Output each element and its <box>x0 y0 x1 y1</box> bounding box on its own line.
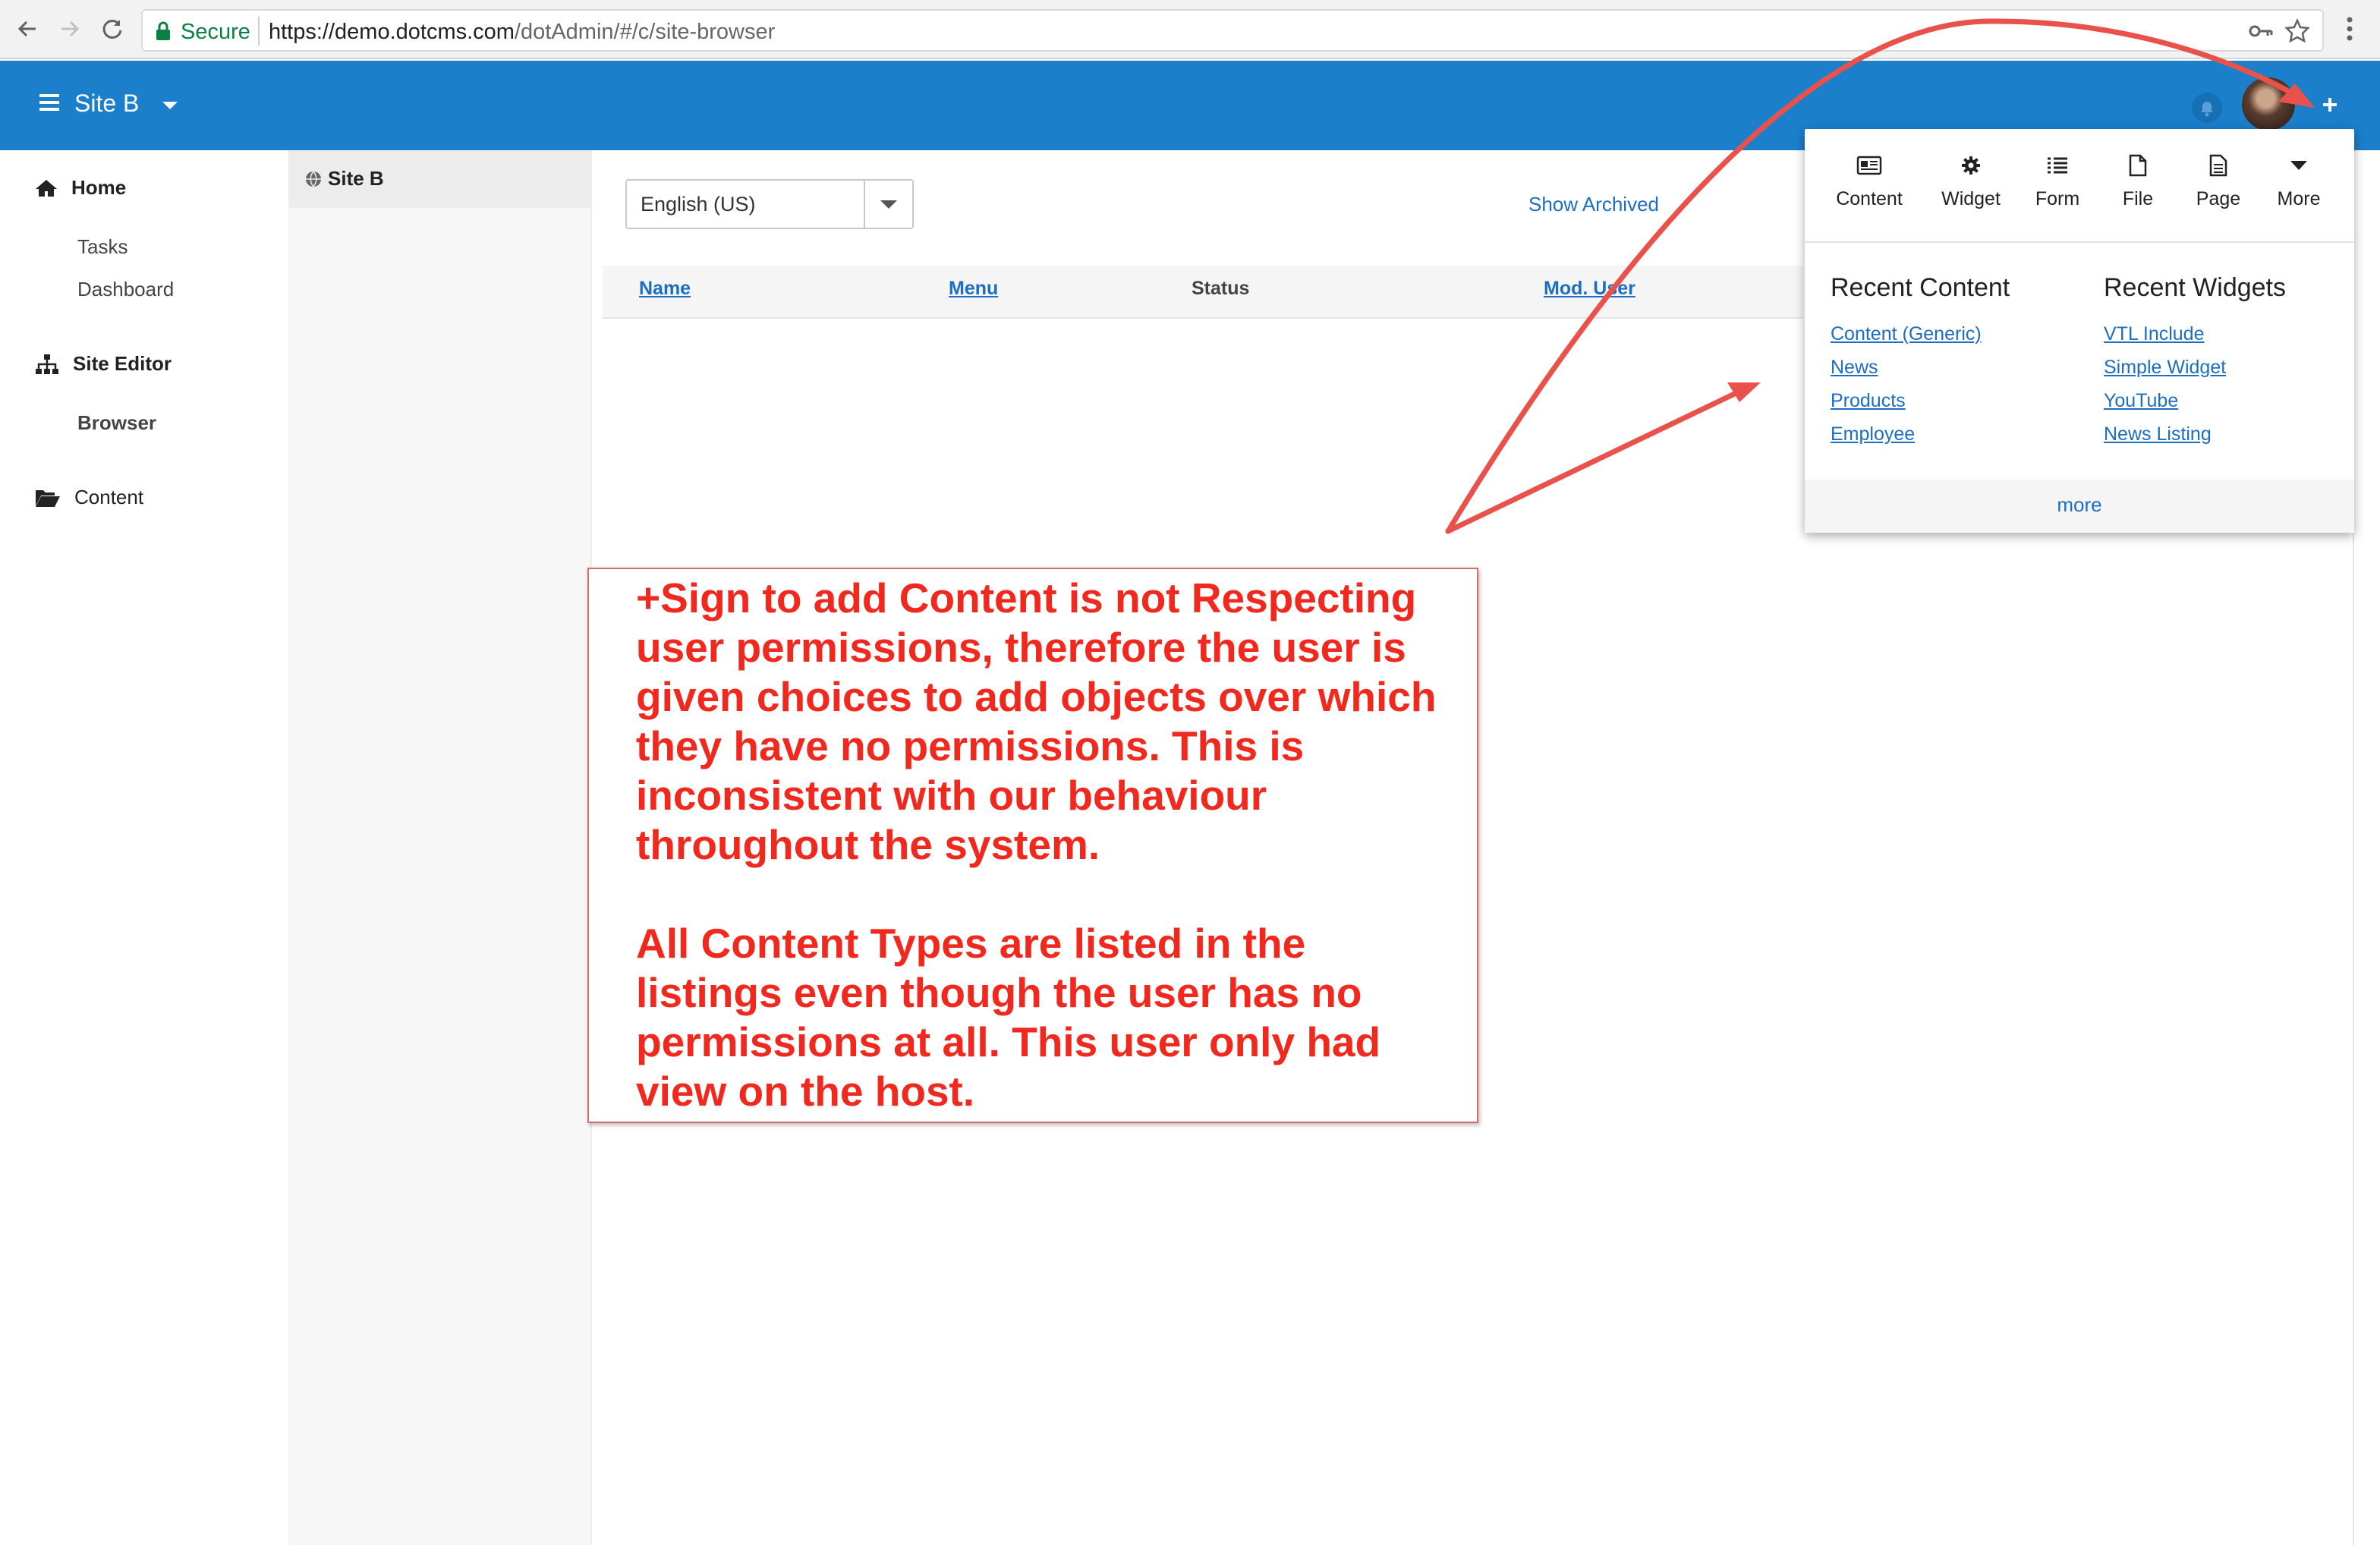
add-type-label: Widget <box>1941 188 2001 209</box>
key-icon[interactable] <box>2248 20 2274 46</box>
recent-widgets-title: Recent Widgets <box>2104 273 2286 302</box>
add-content-plus-button[interactable] <box>2307 82 2353 127</box>
nav-item-tasks[interactable]: Tasks <box>77 235 128 259</box>
add-content-dropdown: Content Widget Form File Page More Recen… <box>1805 129 2354 533</box>
right-edge-panel <box>2353 150 2380 1545</box>
caret-down-icon <box>2290 161 2307 170</box>
add-type-file[interactable]: File <box>2096 152 2180 210</box>
recent-content-title: Recent Content <box>1831 273 2010 302</box>
nav-item-dashboard[interactable]: Dashboard <box>77 278 174 301</box>
recent-content-link[interactable]: News <box>1831 357 1878 379</box>
url-text[interactable]: https://demo.dotcms.com/dotAdmin/#/c/sit… <box>269 20 775 45</box>
nav-section-home[interactable]: Home <box>35 176 126 200</box>
url-host: https://demo.dotcms.com <box>269 20 515 44</box>
add-type-form[interactable]: Form <box>2016 152 2099 210</box>
nav-section-label: Content <box>74 486 144 508</box>
recent-widget-link[interactable]: Simple Widget <box>2104 357 2226 379</box>
site-selector[interactable]: Site B <box>74 90 139 118</box>
url-path: /dotAdmin/#/c/site-browser <box>514 20 776 44</box>
language-select-divider <box>864 181 865 228</box>
add-type-label: Page <box>2196 188 2241 209</box>
forward-icon[interactable] <box>53 12 87 46</box>
recent-content-link[interactable]: Employee <box>1831 423 1915 445</box>
site-tree-root-label: Site B <box>328 167 384 190</box>
add-type-label: Form <box>2035 188 2080 209</box>
add-type-label: Content <box>1836 188 1903 209</box>
annotation-paragraph-2: All Content Types are listed in the list… <box>636 920 1381 1115</box>
show-archived-toggle[interactable]: Show Archived <box>1528 193 1659 216</box>
hamburger-menu-icon[interactable] <box>39 94 59 111</box>
add-type-label: File <box>2122 188 2154 209</box>
recent-widget-link[interactable]: VTL Include <box>2104 323 2204 345</box>
annotation-paragraph-1: +Sign to add Content is not Respecting u… <box>636 574 1437 868</box>
recent-content-link[interactable]: Content (Generic) <box>1831 323 1982 345</box>
folder-open-icon <box>36 489 60 507</box>
add-type-label: More <box>2277 188 2321 209</box>
arrow-to-menu <box>1445 385 1749 534</box>
home-icon <box>36 179 57 197</box>
address-separator <box>258 17 260 46</box>
nav-section-label: Site Editor <box>73 352 172 375</box>
annotation-callout: +Sign to add Content is not Respecting u… <box>587 568 1478 1123</box>
content-icon <box>1856 156 1882 175</box>
page-icon <box>2209 154 2227 177</box>
add-type-content[interactable]: Content <box>1828 152 1911 210</box>
language-select[interactable]: English (US) <box>625 179 914 229</box>
list-icon <box>2048 157 2067 174</box>
add-type-page[interactable]: Page <box>2177 152 2260 210</box>
left-navigation: Home Tasks Dashboard Site Editor Browser… <box>0 150 288 1545</box>
secure-label: Secure <box>181 20 250 44</box>
column-header-menu[interactable]: Menu <box>949 278 998 300</box>
arrow-to-menu-head <box>1727 382 1761 402</box>
site-selector-caret-icon[interactable] <box>162 102 178 109</box>
browser-menu-icon[interactable] <box>2334 14 2365 44</box>
site-tree-root[interactable]: Site B <box>305 167 384 190</box>
add-type-more[interactable]: More <box>2257 152 2341 210</box>
notifications-bell-icon[interactable] <box>2192 93 2222 123</box>
browser-toolbar: Secure https://demo.dotcms.com/dotAdmin/… <box>0 0 2380 59</box>
annotation-text: +Sign to add Content is not Respecting u… <box>636 574 1456 1116</box>
column-header-mod-user[interactable]: Mod. User <box>1544 278 1635 300</box>
globe-icon <box>306 171 321 187</box>
add-type-widget[interactable]: Widget <box>1929 152 2013 210</box>
chevron-down-icon[interactable] <box>880 200 897 209</box>
reload-icon[interactable] <box>96 12 129 46</box>
more-link[interactable]: more <box>1805 493 2354 517</box>
lock-icon <box>155 21 172 45</box>
plus-icon <box>2323 98 2337 112</box>
column-header-name[interactable]: Name <box>639 278 691 300</box>
back-icon[interactable] <box>11 12 44 46</box>
nav-item-browser[interactable]: Browser <box>77 411 156 435</box>
nav-section-site-editor[interactable]: Site Editor <box>35 352 172 376</box>
nav-section-content[interactable]: Content <box>35 486 143 509</box>
browser-table-header: Name Menu Status Mod. User <box>603 266 1803 319</box>
file-icon <box>2129 154 2147 177</box>
recent-content-link[interactable]: Products <box>1831 390 1906 412</box>
content-type-bar: Content Widget Form File Page More <box>1805 129 2354 243</box>
nav-section-label: Home <box>71 176 127 199</box>
recent-widget-link[interactable]: YouTube <box>2104 390 2178 412</box>
gear-icon <box>1962 156 1980 175</box>
column-header-status: Status <box>1192 278 1250 299</box>
site-tree-panel: Site B <box>288 150 592 1545</box>
language-select-value: English (US) <box>641 193 756 216</box>
user-avatar[interactable] <box>2242 77 2295 131</box>
sitemap-icon <box>36 354 58 374</box>
bookmark-star-icon[interactable] <box>2284 17 2310 48</box>
dropdown-footer: more <box>1805 480 2354 533</box>
site-tree-root-row[interactable]: Site B <box>288 150 592 208</box>
address-bar[interactable]: Secure https://demo.dotcms.com/dotAdmin/… <box>141 9 2324 52</box>
recent-widget-link[interactable]: News Listing <box>2104 423 2212 445</box>
